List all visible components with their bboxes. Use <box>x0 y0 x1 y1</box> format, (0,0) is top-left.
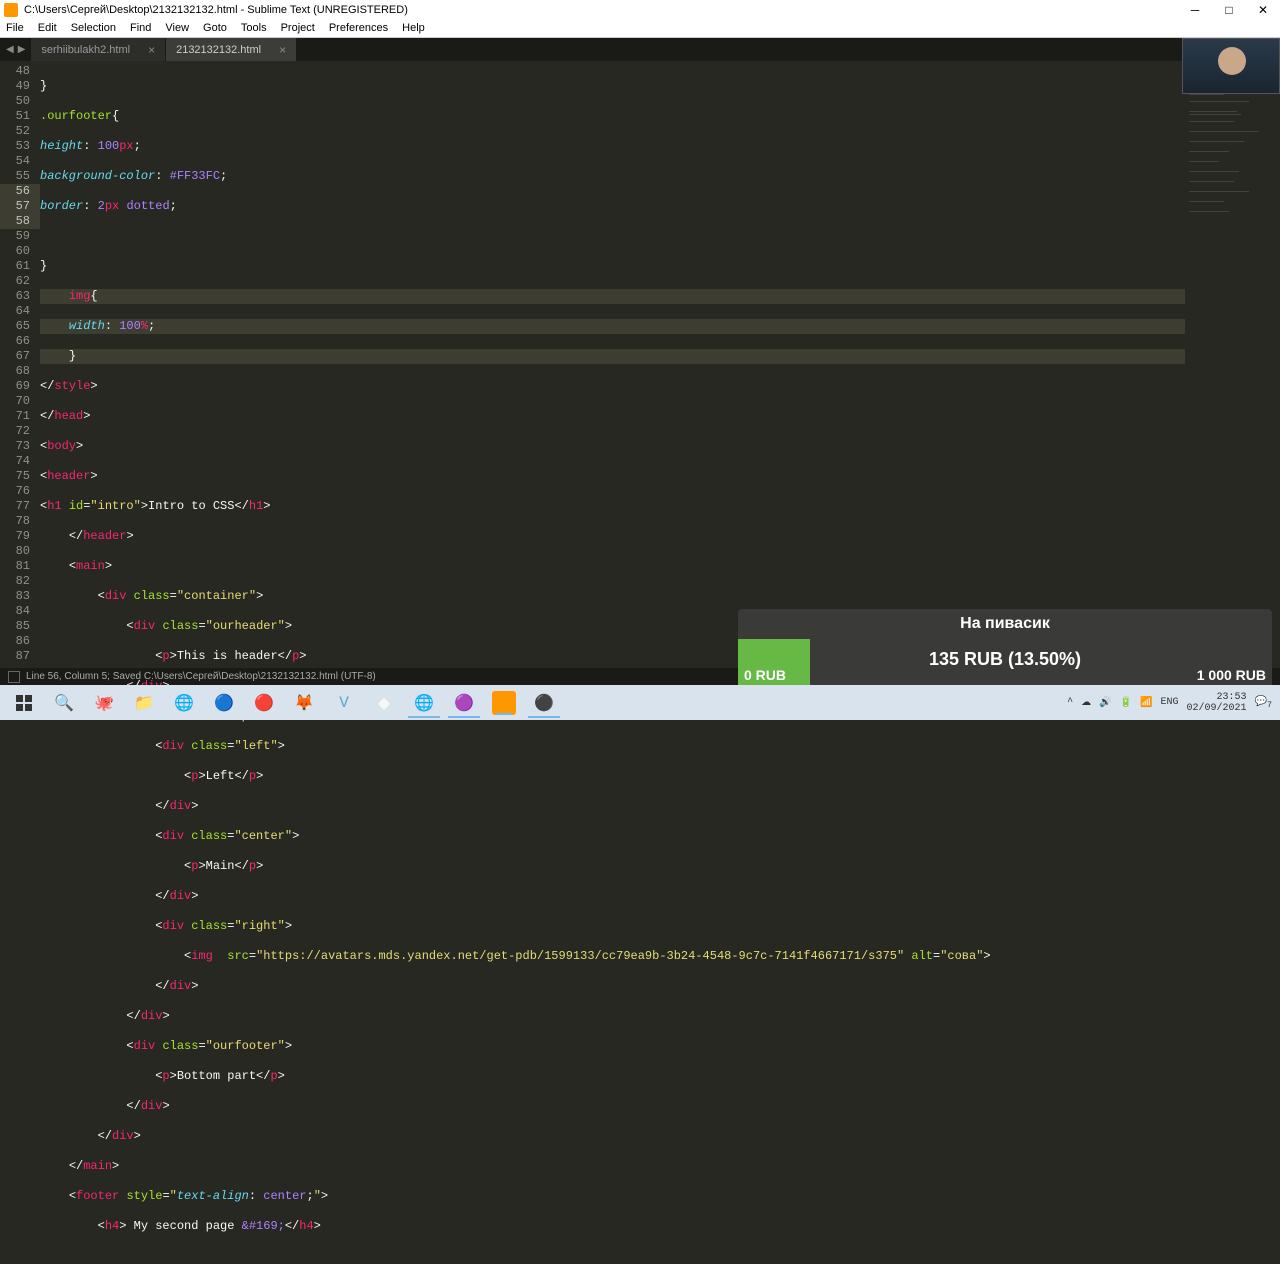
nav-forward-icon[interactable]: ▶ <box>18 44 26 56</box>
tab-close-icon[interactable]: × <box>279 43 286 57</box>
taskbar-chrome-icon[interactable]: 🔵 <box>204 688 244 718</box>
tray-battery-icon[interactable]: 🔋 <box>1120 697 1132 709</box>
close-button[interactable]: ✕ <box>1246 0 1280 19</box>
minimize-button[interactable]: ─ <box>1178 0 1212 19</box>
tab-file-1[interactable]: serhiibulakh2.html × <box>31 38 166 61</box>
tray-volume-icon[interactable]: 🔊 <box>1099 697 1111 709</box>
taskbar-github-icon[interactable]: 🐙 <box>84 688 124 718</box>
taskbar-app-v-icon[interactable]: V <box>324 688 364 718</box>
windows-taskbar: 🔍 🐙 📁 🌐 🔵 🔴 🦊 V ◆ 🌐 🟣 ⚫ ^ ☁ 🔊 🔋 📶 ENG 23… <box>0 685 1280 720</box>
taskbar-obs-icon[interactable]: ⚫ <box>524 688 564 718</box>
taskbar-edge-icon[interactable]: 🌐 <box>164 688 204 718</box>
donation-widget: На пивасик 135 RUB (13.50%) 0 RUB 1 000 … <box>738 609 1272 685</box>
window-title: C:\Users\Сергей\Desktop\2132132132.html … <box>24 4 1178 16</box>
taskbar-app-n-icon[interactable]: ◆ <box>364 688 404 718</box>
menu-goto[interactable]: Goto <box>203 22 227 34</box>
taskbar-chrome2-icon[interactable]: 🌐 <box>404 688 444 718</box>
menu-help[interactable]: Help <box>402 22 425 34</box>
menu-find[interactable]: Find <box>130 22 151 34</box>
system-tray: ^ ☁ 🔊 🔋 📶 ENG 23:53 02/09/2021 💬7 <box>1067 692 1276 714</box>
tray-network-icon[interactable]: 📶 <box>1140 697 1152 709</box>
donation-max: 1 000 RUB <box>1197 667 1266 683</box>
taskbar-chrome3-icon[interactable]: 🟣 <box>444 688 484 718</box>
tab-close-icon[interactable]: × <box>148 43 155 57</box>
line-gutter: 48495051 52535455 565758 59606162 636465… <box>0 61 40 668</box>
minimap[interactable] <box>1185 61 1280 668</box>
donation-amount: 135 RUB (13.50%) <box>738 649 1272 670</box>
taskbar-sublime-icon[interactable] <box>492 691 516 715</box>
menu-preferences[interactable]: Preferences <box>329 22 388 34</box>
menu-file[interactable]: File <box>6 22 24 34</box>
menu-bar: File Edit Selection Find View Goto Tools… <box>0 19 1280 38</box>
menu-project[interactable]: Project <box>281 22 315 34</box>
tray-chevron-icon[interactable]: ^ <box>1067 697 1073 708</box>
app-icon <box>4 3 18 17</box>
tray-lang[interactable]: ENG <box>1161 697 1179 708</box>
taskbar-explorer-icon[interactable]: 📁 <box>124 688 164 718</box>
search-icon[interactable]: 🔍 <box>44 688 84 718</box>
donation-title: На пивасик <box>738 609 1272 639</box>
start-button[interactable] <box>4 688 44 718</box>
window-titlebar: C:\Users\Сергей\Desktop\2132132132.html … <box>0 0 1280 19</box>
nav-back-icon[interactable]: ◀ <box>6 44 14 56</box>
tray-notifications-icon[interactable]: 💬7 <box>1255 696 1272 710</box>
nav-buttons: ◀ ▶ <box>0 38 31 61</box>
taskbar-firefox-icon[interactable]: 🦊 <box>284 688 324 718</box>
editor-area: 48495051 52535455 565758 59606162 636465… <box>0 61 1280 668</box>
menu-selection[interactable]: Selection <box>71 22 116 34</box>
code-editor[interactable]: } .ourfooter{ height: 100px; background-… <box>40 61 1185 668</box>
tray-clock[interactable]: 23:53 02/09/2021 <box>1187 692 1247 714</box>
tab-bar: ◀ ▶ serhiibulakh2.html × 2132132132.html… <box>0 38 1280 61</box>
webcam-overlay <box>1182 38 1280 94</box>
status-icon[interactable] <box>8 671 20 683</box>
donation-min: 0 RUB <box>744 667 786 683</box>
tab-file-2[interactable]: 2132132132.html × <box>166 38 297 61</box>
menu-tools[interactable]: Tools <box>241 22 267 34</box>
donation-bar: 135 RUB (13.50%) 0 RUB 1 000 RUB <box>738 639 1272 685</box>
menu-view[interactable]: View <box>165 22 189 34</box>
tray-cloud-icon[interactable]: ☁ <box>1081 697 1091 709</box>
tab-label: 2132132132.html <box>176 44 261 56</box>
tab-label: serhiibulakh2.html <box>41 44 130 56</box>
maximize-button[interactable]: □ <box>1212 0 1246 19</box>
taskbar-opera-icon[interactable]: 🔴 <box>244 688 284 718</box>
menu-edit[interactable]: Edit <box>38 22 57 34</box>
